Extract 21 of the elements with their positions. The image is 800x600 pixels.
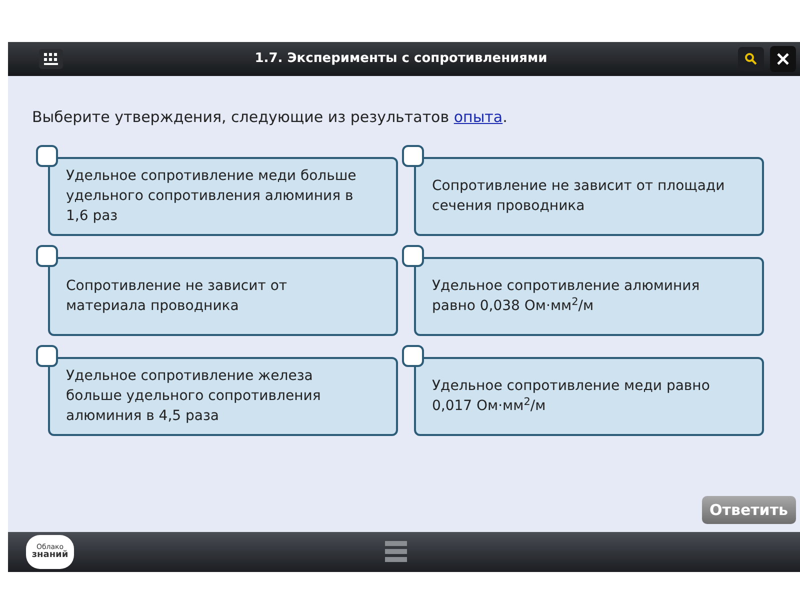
- answer-option[interactable]: Удельное сопротивление железа больше удельного сопротивления алюминия в 4,5 раза: [48, 356, 398, 436]
- table-icon[interactable]: [38, 48, 64, 70]
- search-icon: [744, 52, 758, 66]
- checkbox[interactable]: [36, 144, 58, 166]
- close-icon: [776, 52, 790, 66]
- menu-icon[interactable]: [384, 540, 408, 564]
- answer-option[interactable]: Удельное сопротивление меди больше удельного сопротивления алюминия в 1,6 раз: [48, 156, 398, 236]
- window-title: 1.7. Эксперименты с сопротивлениями: [254, 50, 548, 68]
- checkbox[interactable]: [36, 244, 58, 266]
- logo-text: знаний: [32, 551, 68, 560]
- checkbox[interactable]: [402, 144, 424, 166]
- answer-option[interactable]: Удельное сопротивление меди равно 0,017 Ом·мм$^{2}$/м: [414, 356, 764, 436]
- close-button[interactable]: [770, 46, 796, 72]
- answer-option[interactable]: Сопротивление не зависит от площади сечения проводника: [414, 156, 764, 236]
- instruction-text: Выберите утверждения, следующие из результатов опыта.: [32, 107, 508, 128]
- experiment-link[interactable]: опыта: [454, 108, 503, 126]
- checkbox[interactable]: [402, 344, 424, 366]
- checkbox[interactable]: [36, 344, 58, 366]
- answer-option[interactable]: Сопротивление не зависит от материала проводника: [48, 256, 398, 336]
- answer-option[interactable]: Удельное сопротивление алюминия равно 0,038 Ом·мм$^{2}$/м: [414, 256, 764, 336]
- checkbox[interactable]: [402, 244, 424, 266]
